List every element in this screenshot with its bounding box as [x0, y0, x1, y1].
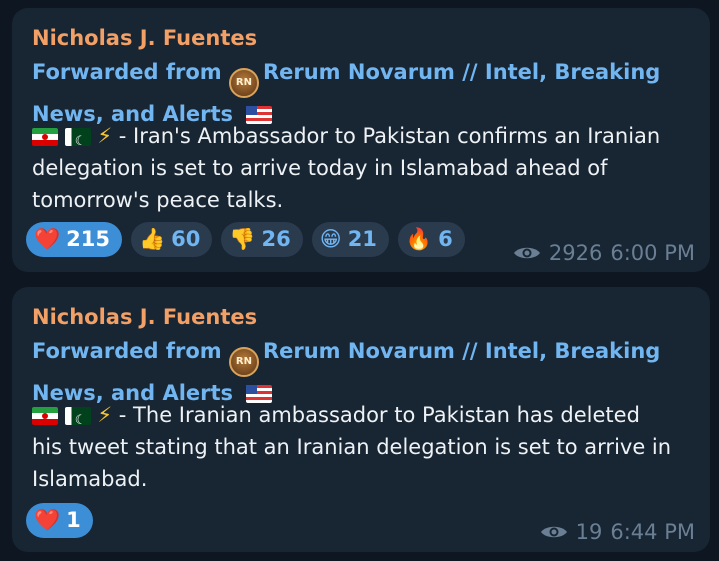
channel-avatar[interactable]: RN — [228, 68, 259, 98]
message-bubble[interactable]: Nicholas J. Fuentes Forwarded from RN Rer… — [12, 287, 710, 552]
message-text-line3: tomorrow's peace talks. — [32, 188, 284, 212]
reaction-thumbs-up[interactable]: 👍 60 — [131, 222, 213, 257]
message-meta: 19 6:44 PM — [540, 519, 695, 545]
message-text-line3: Islamabad. — [32, 467, 148, 491]
pakistan-flag-icon — [64, 405, 91, 437]
thumbs-up-icon: 👍 — [139, 227, 166, 251]
view-count: 19 — [575, 520, 603, 544]
message-time: 6:44 PM — [610, 520, 695, 544]
heart-icon: ❤️ — [34, 508, 61, 532]
eye-icon — [513, 247, 540, 259]
reaction-count: 6 — [438, 227, 453, 251]
message-text: ⚡ - Iran's Ambassador to Pakistan confir… — [32, 120, 702, 216]
reaction-fire[interactable]: 🔥 6 — [397, 222, 465, 257]
pakistan-flag-icon — [64, 126, 91, 158]
reaction-count: 21 — [347, 227, 377, 251]
reaction-count: 215 — [66, 227, 110, 251]
message-author[interactable]: Nicholas J. Fuentes — [32, 25, 257, 51]
reaction-heart[interactable]: ❤️ 215 — [26, 222, 122, 257]
message-text-line2: delegation is set to arrive today in Isl… — [32, 156, 608, 180]
reaction-count: 26 — [261, 227, 291, 251]
channel-name-line1[interactable]: Rerum Novarum // Intel, Breaking — [263, 339, 660, 363]
message-time: 6:00 PM — [610, 241, 695, 265]
reaction-heart[interactable]: ❤️ 1 — [26, 503, 93, 538]
message-meta: 2926 6:00 PM — [513, 240, 695, 266]
eye-icon — [540, 526, 567, 538]
message-text: ⚡ - The Iranian ambassador to Pakistan h… — [32, 399, 702, 495]
iran-flag-icon — [32, 128, 58, 146]
view-count: 2926 — [548, 241, 603, 265]
reaction-count: 60 — [171, 227, 201, 251]
channel-avatar[interactable]: RN — [228, 347, 259, 377]
heart-icon: ❤️ — [34, 227, 61, 251]
message-text-line2: his tweet stating that an Iranian delega… — [32, 435, 672, 459]
channel-name-line1[interactable]: Rerum Novarum // Intel, Breaking — [263, 60, 660, 84]
message-text-line1: - Iran's Ambassador to Pakistan confirms… — [112, 124, 661, 148]
forwarded-prefix: Forwarded from — [32, 60, 222, 84]
grin-icon: 😁 — [319, 227, 342, 251]
reaction-thumbs-down[interactable]: 👎 26 — [221, 222, 303, 257]
fire-icon: 🔥 — [405, 227, 433, 251]
iran-flag-icon — [32, 407, 58, 425]
reactions-bar: ❤️ 215 👍 60 👎 26 😁 21 🔥 6 — [26, 222, 465, 257]
reaction-grin[interactable]: 😁 21 — [311, 222, 389, 257]
message-bubble[interactable]: Nicholas J. Fuentes Forwarded from RN Rer… — [12, 8, 710, 272]
forwarded-from[interactable]: Forwarded from RN Rerum Novarum // Intel,… — [32, 335, 672, 409]
forwarded-prefix: Forwarded from — [32, 339, 222, 363]
reactions-bar: ❤️ 1 — [26, 503, 93, 538]
forwarded-from[interactable]: Forwarded from RN Rerum Novarum // Intel,… — [32, 56, 672, 130]
message-author[interactable]: Nicholas J. Fuentes — [32, 304, 257, 330]
message-text-line1: - The Iranian ambassador to Pakistan has… — [112, 403, 640, 427]
reaction-count: 1 — [66, 508, 81, 532]
lightning-icon: ⚡ — [97, 403, 113, 427]
thumbs-down-icon: 👎 — [229, 227, 256, 251]
lightning-icon: ⚡ — [97, 124, 113, 148]
